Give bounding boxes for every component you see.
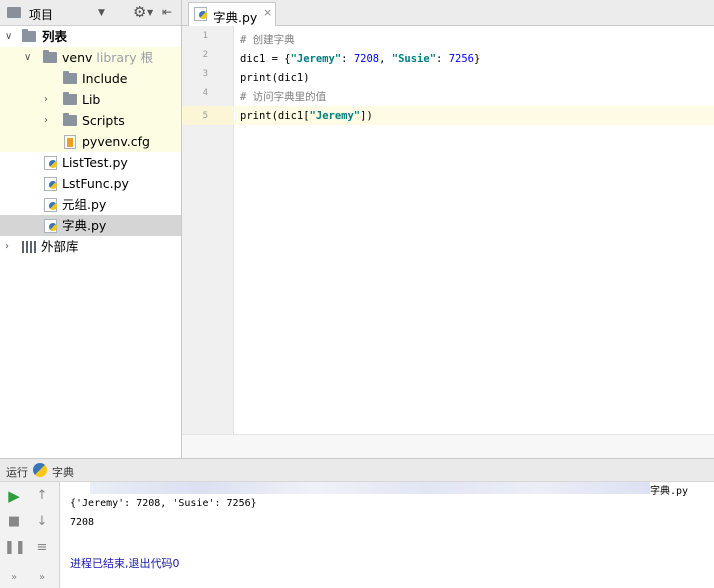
code-line-1: # 创建字典	[240, 34, 295, 46]
tree-item-label: 列表	[42, 29, 68, 44]
soft-wrap-icon[interactable]: ≡	[32, 538, 52, 558]
run-panel-title: 运行	[6, 466, 28, 479]
folder-icon	[63, 71, 77, 84]
chevron-right-icon[interactable]: ›	[5, 236, 9, 257]
folder-icon	[63, 113, 77, 126]
editor-tab-bar: 字典.py ×	[182, 0, 714, 26]
tree-item-label: Lib	[82, 92, 101, 107]
tree-item-root[interactable]: ∨ 列表	[0, 26, 181, 47]
chevron-down-icon[interactable]: ∨	[24, 47, 31, 68]
line-number: 4	[202, 88, 208, 98]
python-file-icon	[44, 219, 57, 233]
project-tree: ∨ 列表 ∨ venv library 根 Include › Lib › Sc…	[0, 26, 181, 257]
run-config-tab[interactable]: 字典	[52, 464, 74, 480]
line-number: 2	[202, 50, 208, 60]
tree-item-scripts[interactable]: › Scripts	[0, 110, 181, 131]
folder-icon	[22, 29, 36, 42]
python-file-icon	[44, 198, 57, 212]
python-run-icon	[33, 463, 47, 477]
tree-item-label: 元组.py	[62, 197, 107, 212]
console-output-line: {'Jeremy': 7208, 'Susie': 7256}	[70, 498, 257, 509]
folder-icon	[63, 92, 77, 105]
library-icon	[22, 241, 36, 253]
code-line-4: # 访问字典里的值	[240, 91, 327, 103]
scroll-up-icon[interactable]: ↑	[32, 486, 52, 506]
tree-item-label: pyvenv.cfg	[82, 134, 150, 149]
code-line-2: dic1 = {"Jeremy": 7208, "Susie": 7256}	[240, 53, 481, 65]
more-icon[interactable]: »	[4, 568, 24, 588]
more-icon[interactable]: »	[32, 568, 52, 588]
tree-item-external-libraries[interactable]: › 外部库	[0, 236, 181, 257]
tree-item-label: 外部库	[41, 239, 79, 254]
redacted-command-line	[90, 482, 650, 494]
code-editor[interactable]: 1 2 3 4 5 # 创建字典 dic1 = {"Jeremy": 7208,…	[182, 26, 714, 458]
script-name-text: 字典.py	[650, 486, 689, 497]
tree-item-listtest[interactable]: ListTest.py	[0, 152, 181, 173]
tree-item-tuple[interactable]: 元组.py	[0, 194, 181, 215]
rerun-icon[interactable]: ▶	[4, 486, 24, 506]
library-root-tag: library 根	[96, 50, 154, 65]
project-panel: 项目 ▼ ⚙ ▼ ⇤ ∨ 列表 ∨ venv library 根 Include	[0, 0, 182, 458]
gear-icon[interactable]: ⚙	[133, 3, 146, 21]
run-console[interactable]: 字典.py {'Jeremy': 7208, 'Susie': 7256} 72…	[60, 482, 714, 588]
line-number: 5	[202, 111, 208, 121]
python-file-icon	[44, 156, 57, 170]
close-icon[interactable]: ×	[263, 6, 272, 19]
tree-item-label: ListTest.py	[62, 155, 128, 170]
tree-item-dict[interactable]: 字典.py	[0, 215, 181, 236]
tree-item-label: Scripts	[82, 113, 125, 128]
tab-label: 字典.py	[213, 10, 258, 25]
pause-icon[interactable]: ❚❚	[4, 538, 26, 558]
scroll-down-icon[interactable]: ↓	[32, 512, 52, 532]
project-icon	[7, 7, 21, 18]
tree-item-label: Include	[82, 71, 128, 86]
line-number: 1	[202, 31, 208, 41]
run-toolbar: ▶ ↑ ■ ↓ ❚❚ ≡ » »	[0, 482, 60, 588]
chevron-down-icon[interactable]: ▼	[98, 8, 105, 18]
console-output-line: 7208	[70, 517, 95, 528]
tree-item-lib[interactable]: › Lib	[0, 89, 181, 110]
tree-item-label: LstFunc.py	[62, 176, 129, 191]
chevron-right-icon[interactable]: ›	[44, 89, 48, 110]
chevron-down-icon[interactable]: ∨	[5, 26, 12, 47]
process-exit-message: 进程已结束,退出代码0	[70, 557, 180, 570]
chevron-down-icon[interactable]: ▼	[147, 8, 153, 17]
code-line-3: print(dic1)	[240, 72, 310, 84]
tree-item-venv[interactable]: ∨ venv library 根	[0, 47, 181, 68]
tree-item-label: venv library 根	[62, 50, 154, 65]
collapse-all-icon[interactable]: ⇤	[162, 5, 172, 19]
editor-bottom-area	[182, 434, 714, 458]
stop-icon[interactable]: ■	[4, 512, 24, 532]
tab-dict-py[interactable]: 字典.py ×	[188, 2, 276, 26]
line-number: 3	[202, 69, 208, 79]
python-file-icon	[194, 7, 207, 21]
code-line-5: print(dic1["Jeremy"])	[240, 110, 373, 122]
chevron-right-icon[interactable]: ›	[44, 110, 48, 131]
run-panel-header: 运行 字典	[0, 458, 714, 482]
python-file-icon	[44, 177, 57, 191]
ide-window: 项目 ▼ ⚙ ▼ ⇤ ∨ 列表 ∨ venv library 根 Include	[0, 0, 714, 588]
project-panel-header: 项目 ▼ ⚙ ▼ ⇤	[0, 0, 181, 26]
project-view-selector[interactable]: 项目	[29, 6, 53, 23]
tree-item-pyvenv-cfg[interactable]: pyvenv.cfg	[0, 131, 181, 152]
tree-item-include[interactable]: Include	[0, 68, 181, 89]
config-file-icon	[64, 135, 76, 149]
folder-icon	[43, 50, 57, 63]
tree-item-label: 字典.py	[62, 218, 107, 233]
tree-item-lstfunc[interactable]: LstFunc.py	[0, 173, 181, 194]
